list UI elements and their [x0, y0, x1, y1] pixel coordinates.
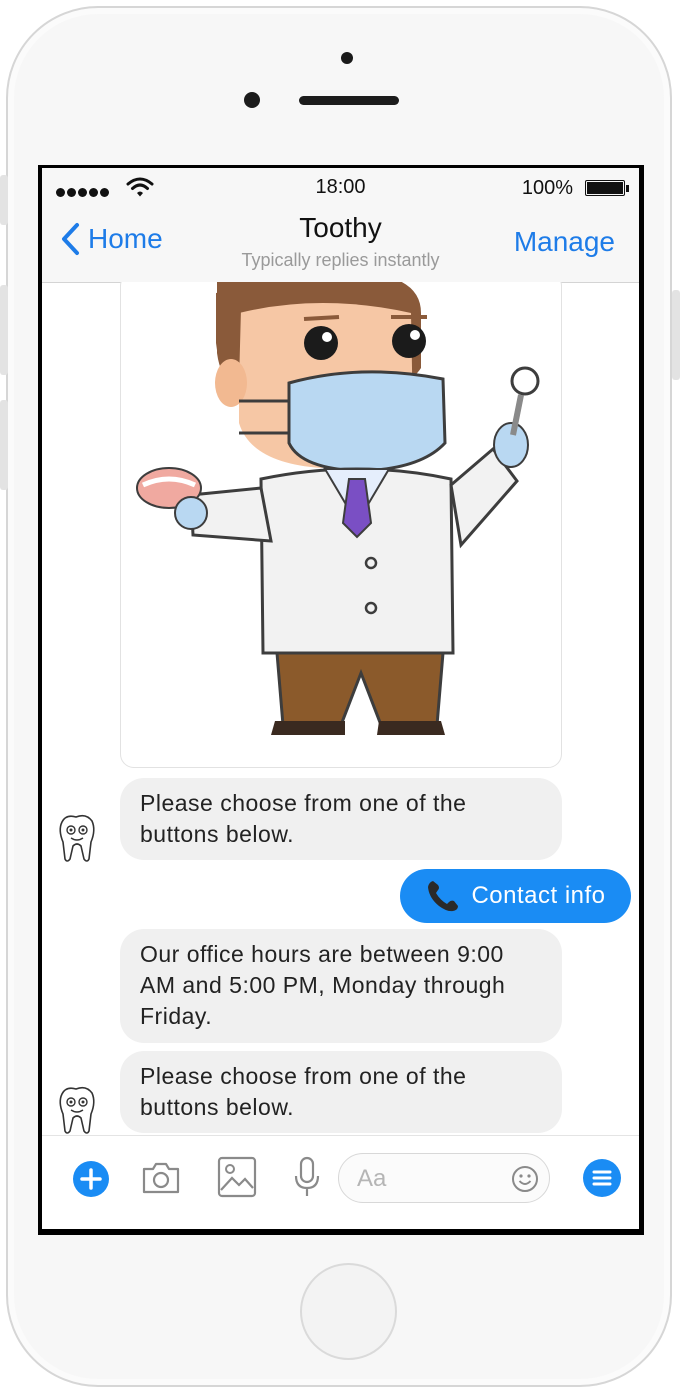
emoji-icon[interactable] — [511, 1165, 539, 1193]
power-button — [672, 290, 680, 380]
composer-bar — [42, 1135, 639, 1229]
bot-message: Please choose from one of the buttons be… — [120, 778, 562, 860]
contact-info-label: Contact info — [471, 882, 606, 909]
tooth-avatar-icon — [59, 1086, 95, 1134]
mute-switch — [0, 175, 8, 225]
volume-up-button — [0, 285, 8, 375]
bot-message: Our office hours are between 9:00 AM and… — [120, 929, 562, 1043]
messenger-app: 18:00 100% Home Toothy Typically replies… — [42, 168, 639, 1229]
camera-icon[interactable] — [140, 1160, 182, 1196]
contact-info-button[interactable]: Contact info — [400, 869, 631, 923]
battery-percentage: 100% — [521, 177, 573, 199]
dentist-cartoon-image — [136, 282, 540, 735]
image-icon[interactable] — [217, 1156, 257, 1198]
earpiece-speaker — [299, 96, 399, 105]
navigation-bar: Home Toothy Typically replies instantly … — [42, 204, 639, 283]
front-camera — [244, 92, 260, 108]
dentist-image-message[interactable] — [120, 282, 562, 768]
message-input-box[interactable] — [338, 1153, 550, 1203]
tooth-avatar-icon — [59, 814, 95, 862]
menu-icon[interactable] — [582, 1158, 622, 1198]
proximity-sensor — [341, 52, 353, 64]
battery-icon — [585, 180, 625, 196]
phone-icon — [428, 881, 459, 912]
microphone-icon[interactable] — [292, 1156, 322, 1200]
home-button[interactable] — [300, 1263, 397, 1360]
screen: 18:00 100% Home Toothy Typically replies… — [38, 165, 644, 1235]
message-input[interactable] — [355, 1163, 499, 1195]
plus-icon[interactable] — [72, 1160, 110, 1198]
volume-down-button — [0, 400, 8, 490]
message-list[interactable]: Please choose from one of the buttons be… — [42, 282, 639, 1135]
manage-button[interactable]: Manage — [514, 226, 615, 258]
bot-message: Please choose from one of the buttons be… — [120, 1051, 562, 1133]
status-bar: 18:00 100% — [42, 168, 639, 204]
